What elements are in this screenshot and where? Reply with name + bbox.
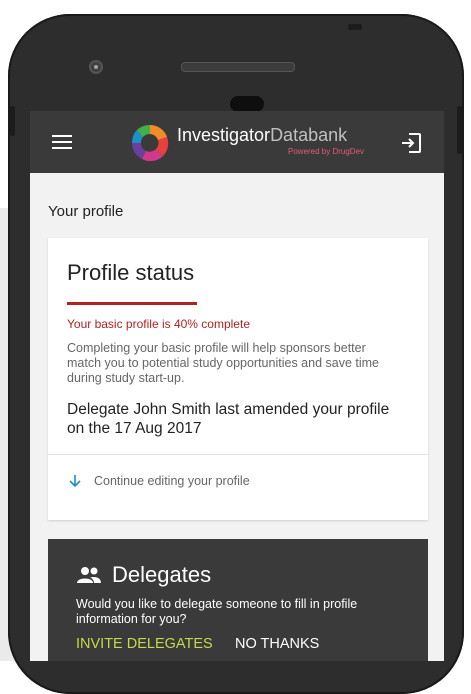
profile-status-card: Profile status Your basic profile is 40%… bbox=[48, 238, 428, 520]
logout-icon[interactable] bbox=[399, 131, 423, 155]
delegates-title: Delegates bbox=[112, 562, 212, 587]
profile-progress-text: Your basic profile is 40% complete bbox=[67, 317, 250, 331]
invite-delegates-button[interactable]: INVITE DELEGATES bbox=[76, 636, 213, 652]
phone-left-button bbox=[10, 106, 15, 136]
proximity-sensor bbox=[230, 96, 264, 112]
no-thanks-button[interactable]: NO THANKS bbox=[235, 636, 319, 652]
continue-editing-link[interactable]: Continue editing your profile bbox=[67, 472, 250, 490]
card-divider bbox=[48, 454, 428, 455]
brand-secondary: Databank bbox=[270, 125, 348, 145]
brand-primary: Investigator bbox=[177, 125, 271, 145]
delegates-description: Would you like to delegate someone to fi… bbox=[76, 597, 358, 626]
front-camera bbox=[89, 60, 103, 74]
amended-by-text: Delegate John Smith last amended your pr… bbox=[67, 401, 390, 437]
delegates-title-row: Delegates bbox=[76, 562, 211, 588]
continue-editing-label: Continue editing your profile bbox=[94, 474, 250, 488]
page-title: Your profile bbox=[48, 203, 124, 220]
investigator-databank-logo-icon bbox=[131, 124, 169, 162]
brand-tagline: Powered by DrugDev bbox=[288, 147, 365, 156]
arrow-down-icon bbox=[69, 475, 81, 488]
app-bar: InvestigatorDatabank Powered by DrugDev bbox=[30, 111, 444, 173]
profile-status-title: Profile status bbox=[67, 260, 195, 285]
people-icon bbox=[77, 567, 101, 583]
brand-name: InvestigatorDatabank bbox=[177, 125, 347, 146]
profile-description: Completing your basic profile will help … bbox=[67, 341, 379, 385]
title-underline bbox=[67, 302, 197, 305]
phone-side-button bbox=[457, 106, 462, 154]
earpiece-speaker bbox=[181, 62, 295, 72]
phone-top-notch bbox=[348, 24, 362, 30]
app-screen: InvestigatorDatabank Powered by DrugDev … bbox=[30, 111, 444, 661]
hamburger-menu-icon[interactable] bbox=[52, 135, 72, 149]
delegates-card: Delegates Would you like to delegate som… bbox=[48, 539, 428, 661]
